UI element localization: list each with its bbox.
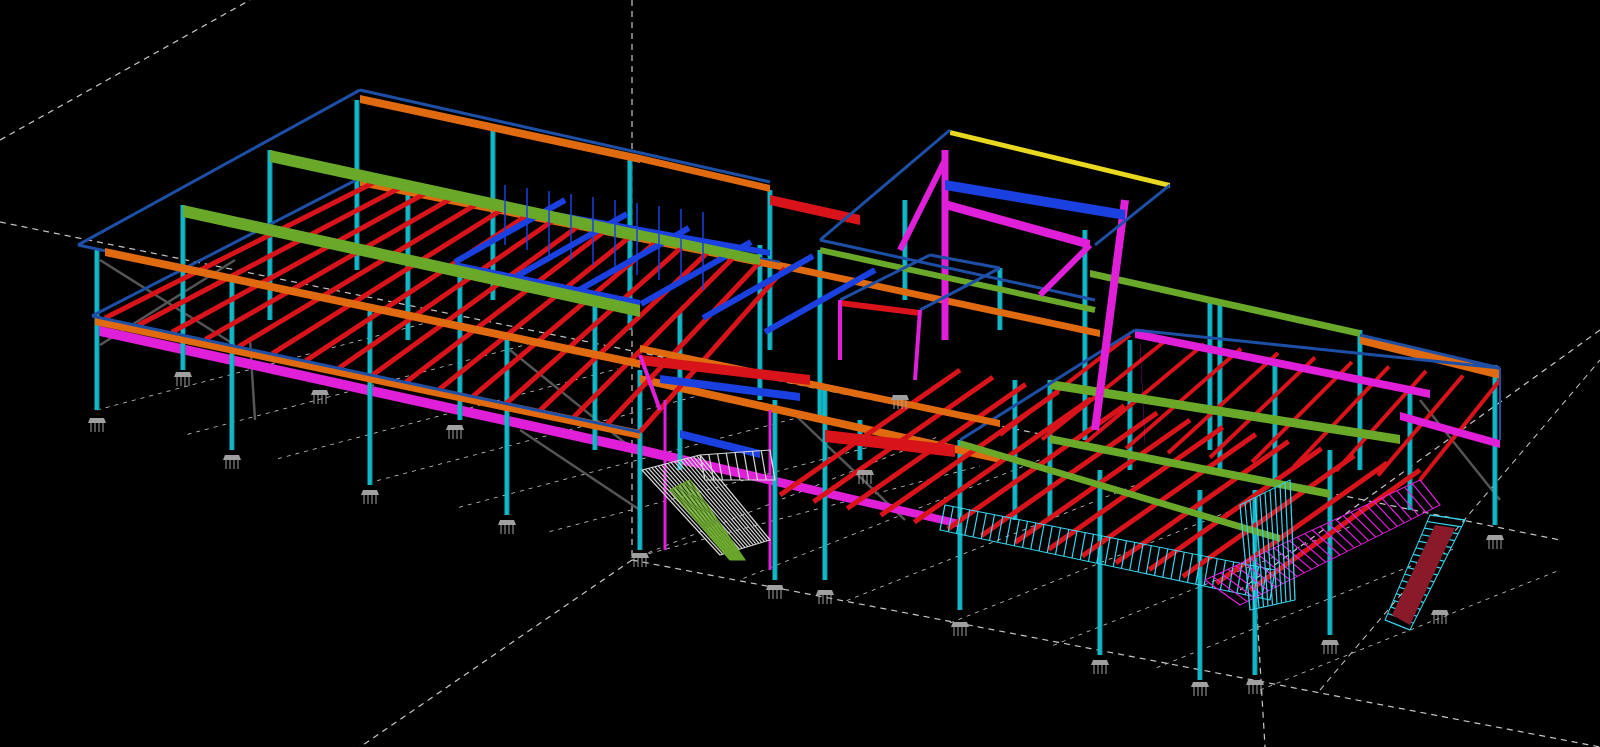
column-base-plate (1091, 660, 1109, 665)
walkway-cyan-tread (1129, 542, 1136, 571)
structural-model-3d-view[interactable] (0, 0, 1600, 747)
walkway-cyan-tread (1211, 558, 1218, 588)
walkway-cyan-tread (1038, 524, 1045, 552)
box-beam-red (840, 300, 920, 316)
roof-girder-orange (360, 95, 640, 163)
structural-columns (94, 100, 1498, 680)
column-base-plate (446, 425, 464, 430)
tower-roof-beam-yellow (950, 130, 1170, 188)
column-base-plate (1246, 680, 1264, 685)
column-base-plate (816, 590, 834, 595)
column-base-plate (891, 395, 909, 400)
column-base-plate (88, 418, 106, 423)
column-base-plate (766, 585, 784, 590)
walkway-cyan-tread (1005, 517, 1012, 545)
stair-right-lower-tread (1427, 520, 1462, 528)
column-base-plate (311, 390, 329, 395)
edge-beam-blue (91, 314, 641, 434)
beam-green (1090, 270, 1360, 337)
lower-floor-framing (95, 325, 960, 528)
stair-right-tread (1350, 511, 1377, 538)
stair-right-tread (1373, 501, 1398, 527)
stair-right-lower-tread (1429, 514, 1466, 521)
box-column-magenta (913, 309, 922, 381)
stair-assemblies (641, 449, 1466, 631)
stair-right-tread (1381, 497, 1405, 524)
stair-left-stringer-tread (682, 482, 741, 561)
edge-beam-blue (1359, 333, 1501, 370)
column-base-plate (631, 553, 649, 558)
column-base-plate (1191, 682, 1209, 687)
stair-right-tread (1411, 483, 1434, 509)
column-base-plate (223, 455, 241, 460)
stair-right-tread (1419, 479, 1441, 506)
floor-joist (1208, 356, 1317, 459)
column-base-plate (1431, 610, 1449, 615)
stair-right (1204, 479, 1441, 606)
grid-line (359, 559, 633, 747)
stair-left-stringer-tread (679, 484, 738, 561)
column-base-plate (856, 470, 874, 475)
model-viewport[interactable] (0, 0, 1600, 747)
floor-joist (912, 396, 1093, 525)
roof-girder-orange (640, 155, 770, 192)
walkway-cyan-tread (1063, 529, 1070, 557)
column-base-plate (498, 520, 516, 525)
roof-beam-red (770, 195, 860, 225)
walkway-cyan-tread (1162, 548, 1169, 578)
column-base-plate (174, 372, 192, 377)
column-base-plate (951, 622, 969, 627)
stair-right-tread (1358, 508, 1384, 534)
column-base-plate (361, 490, 379, 495)
roof-edge-beam (359, 88, 771, 184)
stair-right-tread (1365, 504, 1391, 531)
grid-line (0, 0, 251, 141)
column-base-plate (1486, 535, 1504, 540)
column-base-plate (1321, 640, 1339, 645)
walkway-cyan-tread (972, 511, 979, 538)
